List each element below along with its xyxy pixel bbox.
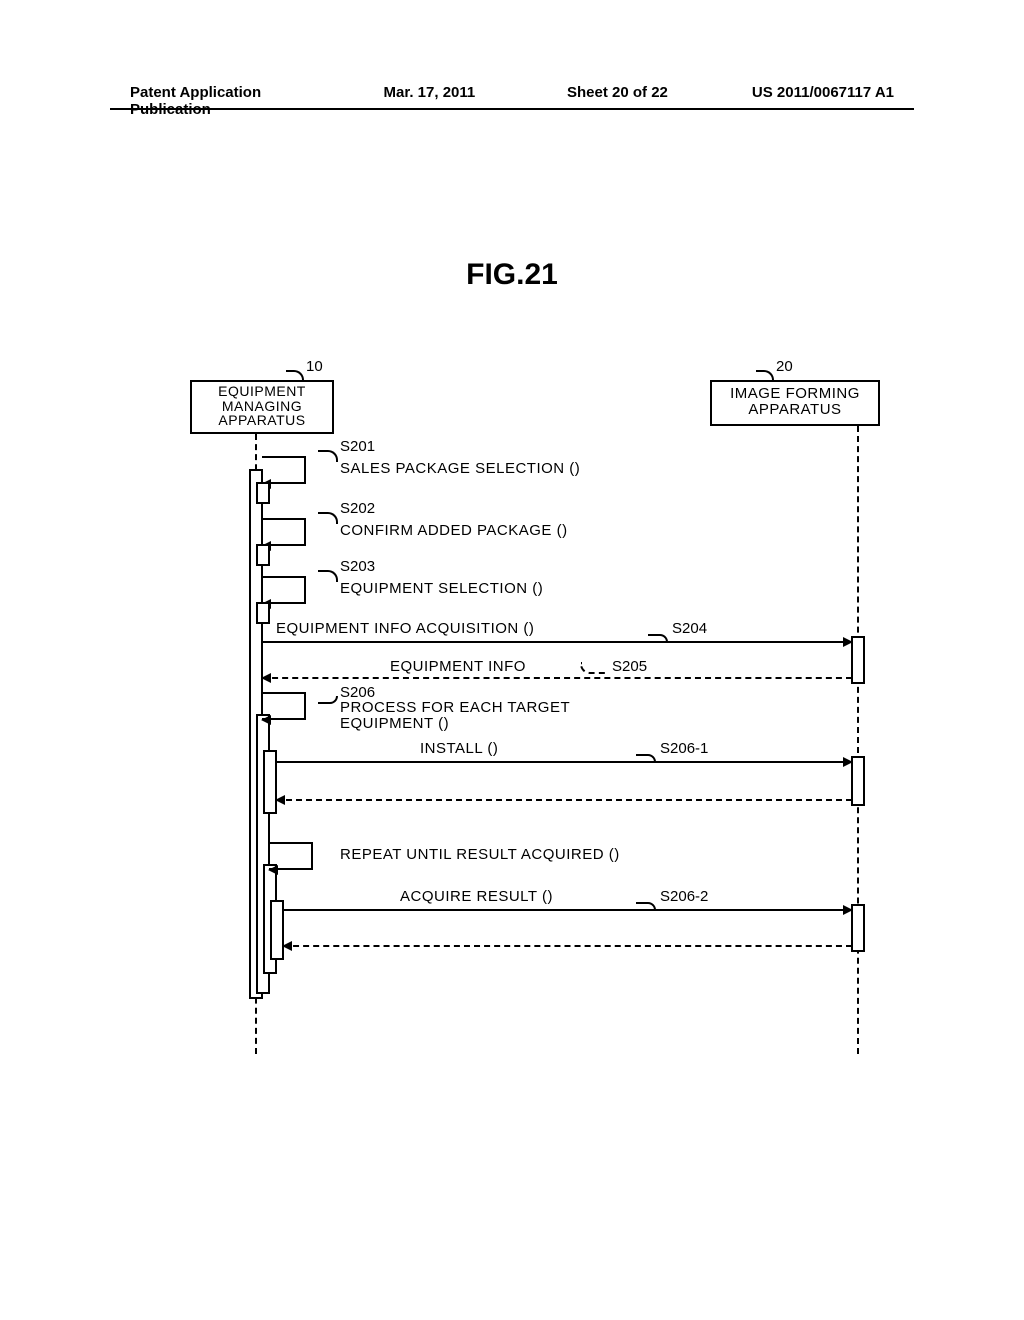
sequence-diagram: 10 20 EQUIPMENT MANAGING APPARATUS IMAGE… <box>190 352 880 1052</box>
leader-s203 <box>318 570 338 582</box>
step-label-s201: SALES PACKAGE SELECTION () <box>340 460 580 477</box>
leader-s206-1 <box>636 754 656 762</box>
leader-s202 <box>318 512 338 524</box>
step-id-s204: S204 <box>672 620 707 637</box>
lifeline-right <box>857 426 859 1054</box>
participant-left-l2: MANAGING <box>196 399 328 414</box>
publication-type: Patent Application Publication <box>130 84 294 118</box>
sheet-number: Sheet 20 of 22 <box>547 84 731 118</box>
ref-right: 20 <box>776 358 793 375</box>
activation-s202 <box>256 544 270 566</box>
activation-right-s206-2 <box>851 904 865 952</box>
selfmsg-s203 <box>262 576 306 604</box>
publication-number: US 2011/0067117 A1 <box>731 84 895 118</box>
step-id-s202: S202 <box>340 500 375 517</box>
step-label-s206: PROCESS FOR EACH TARGET EQUIPMENT () <box>340 700 570 732</box>
publication-date: Mar. 17, 2011 <box>294 84 548 118</box>
selfmsg-s202 <box>262 518 306 546</box>
participant-left-l1: EQUIPMENT <box>196 384 328 399</box>
leader-ref-right <box>756 370 774 380</box>
activation-s201 <box>256 482 270 504</box>
leader-s205 <box>580 662 608 674</box>
step-label-repeat: REPEAT UNTIL RESULT ACQUIRED () <box>340 846 620 863</box>
step-label-s204: EQUIPMENT INFO ACQUISITION () <box>276 620 534 637</box>
step-id-s205: S205 <box>612 658 647 675</box>
step-label-s206-l2: EQUIPMENT () <box>340 716 570 732</box>
step-id-s206-1: S206-1 <box>660 740 708 757</box>
participant-left: EQUIPMENT MANAGING APPARATUS <box>190 380 334 434</box>
activation-s206-2 <box>270 900 284 960</box>
step-label-s202: CONFIRM ADDED PACKAGE () <box>340 522 568 539</box>
participant-left-l3: APPARATUS <box>196 413 328 428</box>
selfmsg-repeat <box>269 842 313 870</box>
activation-s204 <box>851 636 865 684</box>
participant-right: IMAGE FORMING APPARATUS <box>710 380 880 426</box>
step-id-s203: S203 <box>340 558 375 575</box>
participant-right-l2: APPARATUS <box>716 402 874 418</box>
step-label-s206-1: INSTALL () <box>420 740 498 757</box>
activation-right-s206-1 <box>851 756 865 806</box>
figure-title: FIG.21 <box>0 258 1024 292</box>
selfmsg-s206 <box>262 692 306 720</box>
page-header: Patent Application Publication Mar. 17, … <box>0 84 1024 118</box>
participant-right-l1: IMAGE FORMING <box>716 386 874 402</box>
header-rule <box>110 108 914 110</box>
leader-s206 <box>318 696 338 704</box>
step-label-s205: EQUIPMENT INFO <box>390 658 526 675</box>
step-id-s201: S201 <box>340 438 375 455</box>
ref-left: 10 <box>306 358 323 375</box>
activation-s203 <box>256 602 270 624</box>
selfmsg-s201 <box>262 456 306 484</box>
step-label-s203: EQUIPMENT SELECTION () <box>340 580 543 597</box>
step-label-s206-l1: PROCESS FOR EACH TARGET <box>340 700 570 716</box>
step-label-s206-2: ACQUIRE RESULT () <box>400 888 553 905</box>
leader-s201 <box>318 450 338 462</box>
step-id-s206-2: S206-2 <box>660 888 708 905</box>
leader-ref-left <box>286 370 304 380</box>
leader-s206-2 <box>636 902 656 910</box>
leader-s204 <box>648 634 668 642</box>
